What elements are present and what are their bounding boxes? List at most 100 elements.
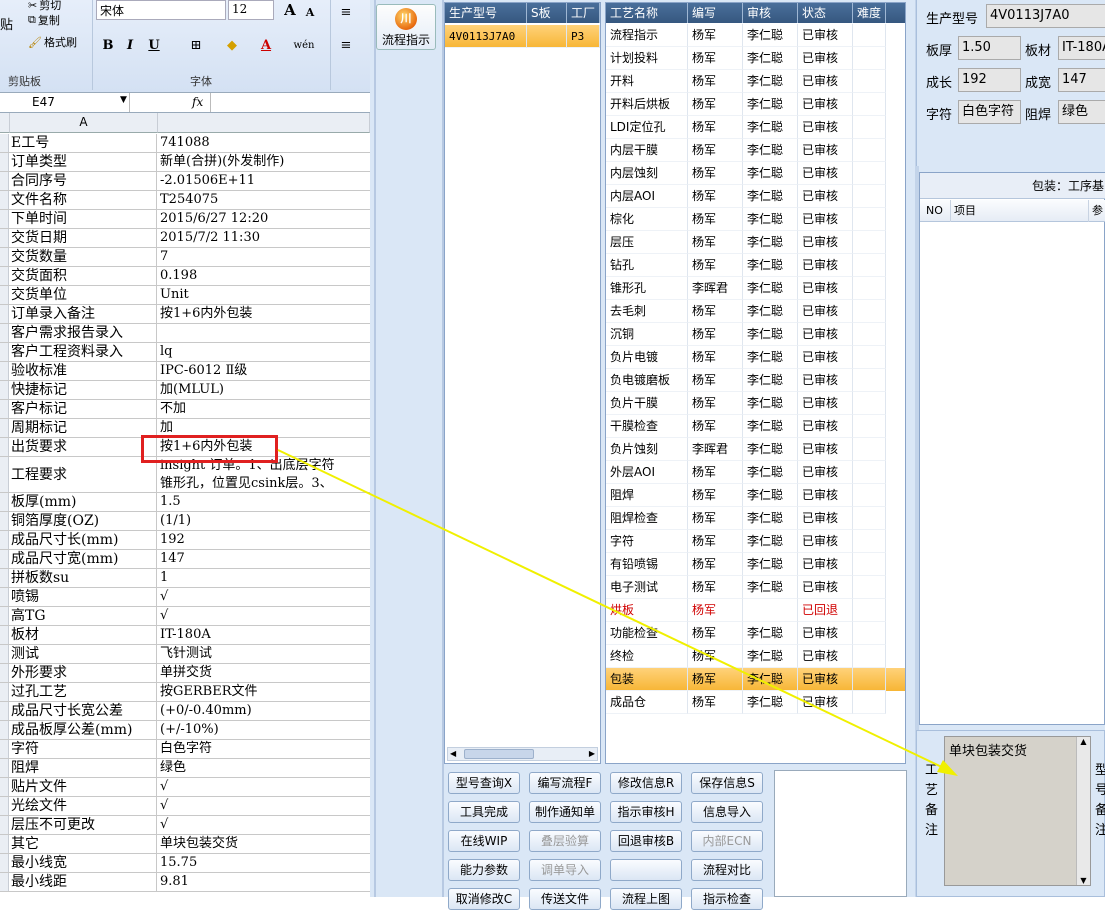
cell-a[interactable]: 光绘文件 [10,797,157,815]
row-header[interactable] [0,531,9,549]
row-header[interactable] [0,664,9,682]
length-field[interactable]: 192 [958,68,1021,92]
cell-b[interactable] [158,324,370,342]
cell-a[interactable]: 订单类型 [10,153,157,171]
cell-b[interactable]: 1 [158,569,370,587]
process-row[interactable]: 负片干膜 杨军 李仁聪 已审核 [606,392,905,415]
process-row[interactable]: 负片电镀 杨军 李仁聪 已审核 [606,346,905,369]
paste-button[interactable]: 贴 [0,14,13,33]
row-header[interactable] [0,324,9,342]
cell-a[interactable]: 客户需求报告录入 [10,324,157,342]
row-header[interactable] [0,286,9,304]
cell-b[interactable]: 新单(合拼)(外发制作) [158,153,370,171]
font-name-select[interactable]: 宋体 [96,0,226,20]
cell-b[interactable]: 147 [158,550,370,568]
sheet-row[interactable]: 喷锡 √ [0,588,370,607]
process-row[interactable]: 成品仓 杨军 李仁聪 已审核 [606,691,905,714]
sheet-row[interactable]: 最小线距 9.81 [0,873,370,892]
horizontal-scrollbar[interactable]: ◀ ▶ [447,747,598,761]
sheet-row[interactable]: 交货面积 0.198 [0,267,370,286]
cell-a[interactable]: 高TG [10,607,157,625]
sheet-row[interactable]: 过孔工艺 按GERBER文件 [0,683,370,702]
font-color-icon[interactable]: A [256,35,276,55]
cell-a[interactable]: 过孔工艺 [10,683,157,701]
action-button[interactable]: 取消修改C [448,888,520,910]
item-col-header[interactable]: 项目 [950,200,976,222]
cell-a[interactable]: 贴片文件 [10,778,157,796]
action-button[interactable] [610,859,682,881]
cell-a[interactable]: 成品板厚公差(mm) [10,721,157,739]
action-button[interactable]: 调单导入 [529,859,601,881]
action-button[interactable]: 流程对比 [691,859,763,881]
grow-font-button[interactable]: A [280,0,300,20]
fill-color-icon[interactable]: ◆ [222,35,242,55]
format-painter-button[interactable]: 🖌 格式刷 [28,33,77,51]
column-header-b[interactable] [158,113,370,133]
reviewer-col-header[interactable]: 审核 [743,3,798,23]
cell-a[interactable]: 阻焊 [10,759,157,777]
cell-b[interactable]: 加(MLUL) [158,381,370,399]
row-header[interactable] [0,419,9,437]
remark-scrollbar[interactable]: ▲ ▼ [1076,737,1090,885]
action-button[interactable]: 保存信息S [691,772,763,794]
cell-b[interactable]: √ [158,588,370,606]
sheet-row[interactable]: 最小线宽 15.75 [0,854,370,873]
action-button[interactable]: 在线WIP [448,830,520,852]
sheet-row[interactable]: 板厚(mm) 1.5 [0,493,370,512]
align-left-icon[interactable]: ≡ [336,35,356,55]
cell-b[interactable]: 2015/6/27 12:20 [158,210,370,228]
copy-button[interactable]: ⧉ 复制 [28,11,60,29]
row-header[interactable] [0,740,9,758]
factory-col-header[interactable]: 工厂 [567,3,600,23]
cell-a[interactable]: 成品尺寸长宽公差 [10,702,157,720]
process-row[interactable]: 钻孔 杨军 李仁聪 已审核 [606,254,905,277]
formula-input[interactable] [210,93,370,112]
pinyin-icon[interactable]: wén [290,35,318,55]
sheet-row[interactable]: 贴片文件 √ [0,778,370,797]
scroll-down-icon[interactable]: ▼ [1077,876,1090,885]
cell-a[interactable]: 喷锡 [10,588,157,606]
cell-b[interactable]: 7 [158,248,370,266]
cell-a[interactable]: 外形要求 [10,664,157,682]
sheet-row[interactable]: 下单时间 2015/6/27 12:20 [0,210,370,229]
cell-b[interactable]: 9.81 [158,873,370,891]
sheet-row[interactable]: 订单类型 新单(合拼)(外发制作) [0,153,370,172]
action-button[interactable]: 修改信息R [610,772,682,794]
process-row[interactable]: 负片蚀刻 李晖君 李仁聪 已审核 [606,438,905,461]
action-button[interactable]: 工具完成 [448,801,520,823]
process-row[interactable]: 功能检查 杨军 李仁聪 已审核 [606,622,905,645]
status-col-header[interactable]: 状态 [798,3,853,23]
sheet-row[interactable]: 交货数量 7 [0,248,370,267]
cell-a[interactable]: 快捷标记 [10,381,157,399]
font-size-select[interactable]: 12 [228,0,274,20]
process-row[interactable]: LDI定位孔 杨军 李仁聪 已审核 [606,116,905,139]
sheet-row[interactable]: 客户需求报告录入 [0,324,370,343]
row-header[interactable] [0,210,9,228]
row-header[interactable] [0,381,9,399]
row-header[interactable] [0,400,9,418]
row-header[interactable] [0,778,9,796]
thickness-field[interactable]: 1.50 [958,36,1021,60]
material-field[interactable]: IT-180A [1058,36,1105,60]
writer-col-header[interactable]: 编写 [688,3,743,23]
cell-a[interactable]: 交货面积 [10,267,157,285]
process-row[interactable]: 包装 杨军 李仁聪 已审核 [606,668,905,691]
process-row[interactable]: 去毛刺 杨军 李仁聪 已审核 [606,300,905,323]
cell-a[interactable]: 合同序号 [10,172,157,190]
name-box-dropdown-icon[interactable]: ▼ [120,95,127,105]
row-header[interactable] [0,153,9,171]
row-header[interactable] [0,702,9,720]
row-header[interactable] [0,626,9,644]
cell-b[interactable]: 按GERBER文件 [158,683,370,701]
row-header[interactable] [0,759,9,777]
cell-a[interactable]: 其它 [10,835,157,853]
select-all-corner[interactable] [0,113,10,133]
row-header[interactable] [0,854,9,872]
action-button[interactable]: 型号查询X [448,772,520,794]
char-field[interactable]: 白色字符 [958,100,1021,124]
cell-b[interactable]: (1/1) [158,512,370,530]
row-header[interactable] [0,588,9,606]
cell-a[interactable]: 客户工程资料录入 [10,343,157,361]
process-row[interactable]: 有铅喷锡 杨军 李仁聪 已审核 [606,553,905,576]
cell-b[interactable]: 192 [158,531,370,549]
